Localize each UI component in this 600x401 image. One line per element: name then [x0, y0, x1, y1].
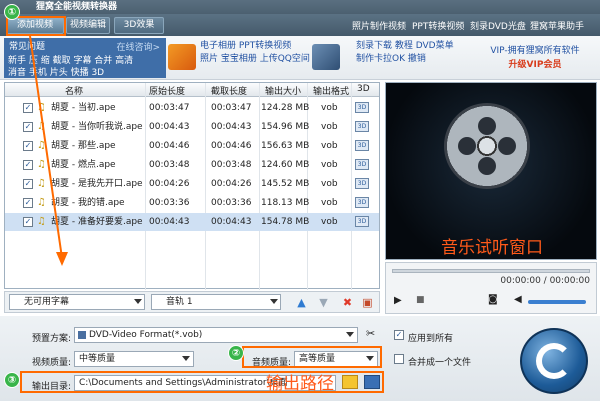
annotation-arrow	[29, 35, 68, 266]
